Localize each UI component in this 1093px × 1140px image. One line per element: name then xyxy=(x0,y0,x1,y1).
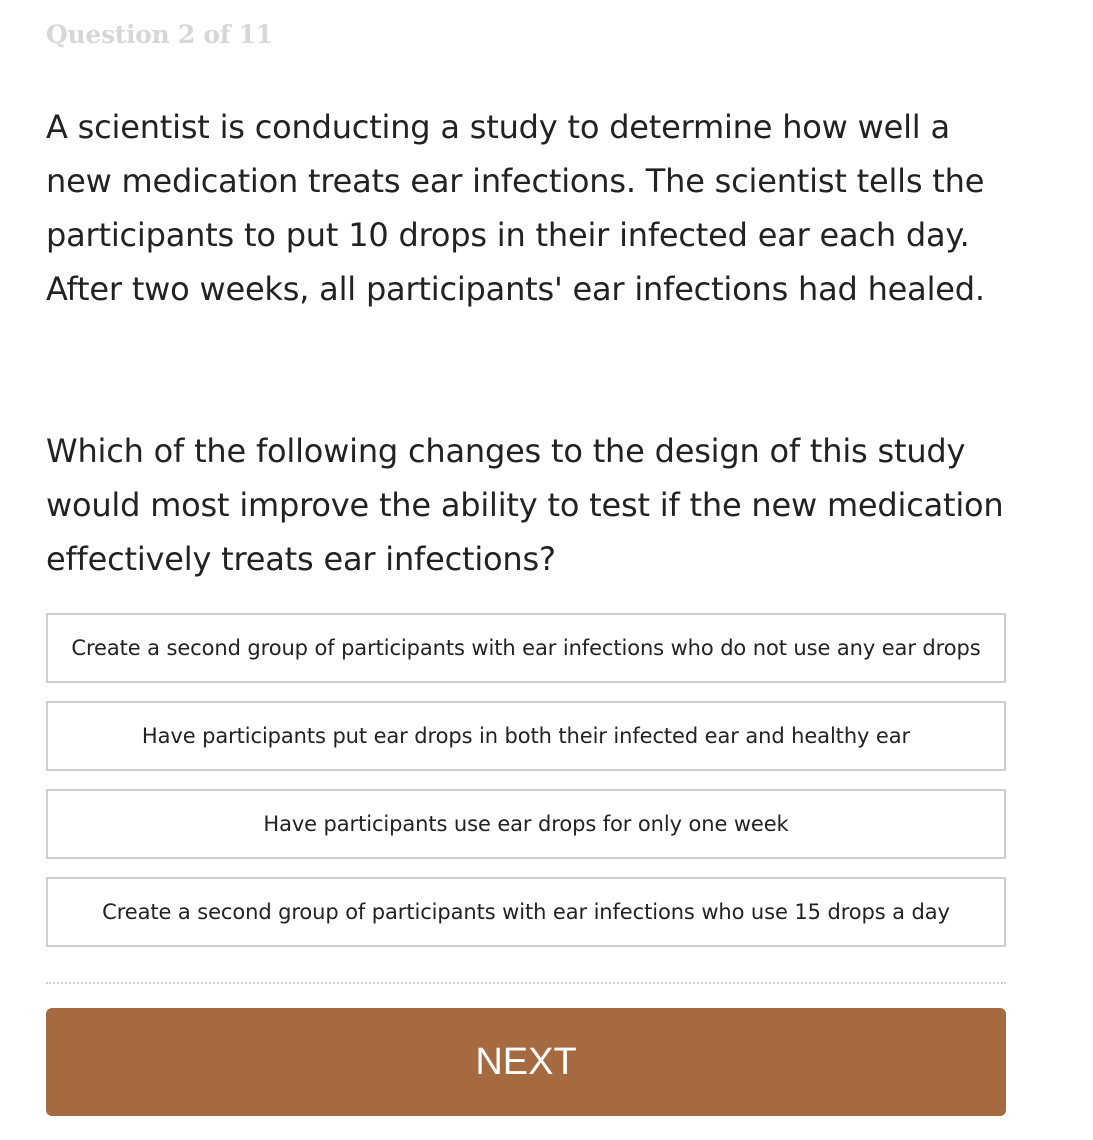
next-button[interactable]: NEXT xyxy=(46,1008,1006,1116)
answer-option-label: Have participants use ear drops for only… xyxy=(263,812,789,836)
question-scenario: A scientist is conducting a study to det… xyxy=(46,108,985,308)
answer-option-label: Have participants put ear drops in both … xyxy=(141,724,911,748)
answer-option-1[interactable]: Create a second group of participants wi… xyxy=(46,613,1006,683)
question-progress: Question 2 of 11 xyxy=(46,20,273,49)
answer-option-label: Create a second group of participants wi… xyxy=(102,900,950,924)
answer-option-label: Create a second group of participants wi… xyxy=(71,636,981,660)
answer-option-3[interactable]: Have participants use ear drops for only… xyxy=(46,789,1006,859)
dotted-divider xyxy=(46,982,1006,984)
answer-options: Create a second group of participants wi… xyxy=(46,613,1006,965)
answer-option-2[interactable]: Have participants put ear drops in both … xyxy=(46,701,1006,771)
next-button-label: NEXT xyxy=(475,1040,577,1083)
question-prompt: Which of the following changes to the de… xyxy=(46,432,1004,578)
answer-option-4[interactable]: Create a second group of participants wi… xyxy=(46,877,1006,947)
